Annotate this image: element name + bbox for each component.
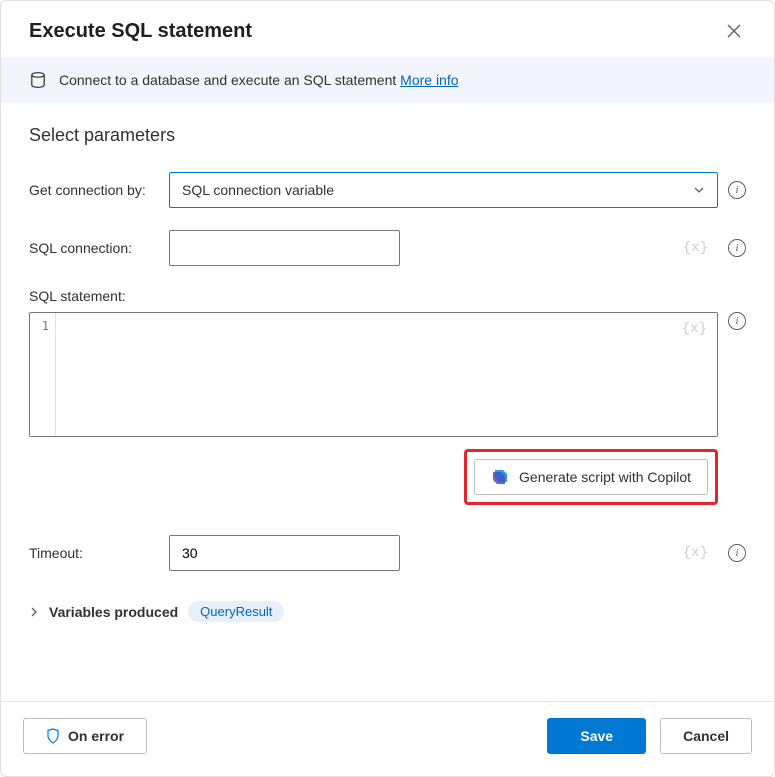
- get-connection-by-row: Get connection by: SQL connection variab…: [29, 172, 746, 208]
- code-line-number: 1: [30, 313, 56, 436]
- section-title: Select parameters: [29, 125, 746, 146]
- close-icon: [727, 24, 741, 38]
- variables-produced-row[interactable]: Variables produced QueryResult: [29, 601, 746, 622]
- timeout-label: Timeout:: [29, 545, 159, 561]
- sql-statement-row: 1 {x} i: [29, 312, 746, 437]
- dialog-content: Select parameters Get connection by: SQL…: [1, 103, 774, 701]
- sql-statement-editor[interactable]: 1 {x}: [29, 312, 718, 437]
- timeout-row: Timeout: {x} i: [29, 535, 746, 571]
- variable-chip-queryresult[interactable]: QueryResult: [188, 601, 284, 622]
- cancel-button[interactable]: Cancel: [660, 718, 752, 754]
- copilot-icon: [491, 468, 509, 486]
- banner-text: Connect to a database and execute an SQL…: [59, 72, 459, 88]
- sql-statement-info[interactable]: i: [728, 312, 746, 330]
- more-info-link[interactable]: More info: [400, 72, 458, 88]
- get-connection-by-value: SQL connection variable: [182, 182, 334, 198]
- timeout-info[interactable]: i: [728, 544, 746, 562]
- sql-connection-label: SQL connection:: [29, 240, 159, 256]
- timeout-input[interactable]: [169, 535, 400, 571]
- dialog-header: Execute SQL statement: [1, 1, 774, 57]
- variables-produced-label: Variables produced: [49, 604, 178, 620]
- sql-connection-row: SQL connection: {x} i: [29, 230, 746, 266]
- copilot-row: Generate script with Copilot: [29, 449, 746, 505]
- get-connection-by-label: Get connection by:: [29, 182, 159, 198]
- variable-picker-icon[interactable]: {x}: [683, 545, 708, 561]
- sql-connection-input[interactable]: [169, 230, 400, 266]
- get-connection-by-info[interactable]: i: [728, 181, 746, 199]
- sql-statement-textarea[interactable]: [56, 313, 717, 436]
- variable-picker-icon[interactable]: {x}: [682, 321, 707, 337]
- copilot-highlight: Generate script with Copilot: [464, 449, 718, 505]
- variable-picker-icon[interactable]: {x}: [683, 240, 708, 256]
- dialog-footer: On error Save Cancel: [1, 701, 774, 776]
- sql-connection-info[interactable]: i: [728, 239, 746, 257]
- footer-actions: Save Cancel: [547, 718, 752, 754]
- sql-statement-label: SQL statement:: [29, 288, 746, 304]
- on-error-button[interactable]: On error: [23, 718, 147, 754]
- save-button[interactable]: Save: [547, 718, 646, 754]
- database-icon: [29, 71, 47, 89]
- dialog-title: Execute SQL statement: [29, 20, 252, 43]
- chevron-right-icon: [29, 607, 39, 617]
- generate-script-copilot-button[interactable]: Generate script with Copilot: [474, 459, 708, 495]
- chevron-down-icon: [693, 184, 705, 196]
- info-banner: Connect to a database and execute an SQL…: [1, 57, 774, 103]
- shield-icon: [46, 728, 60, 744]
- get-connection-by-select[interactable]: SQL connection variable: [169, 172, 718, 208]
- close-button[interactable]: [722, 19, 746, 43]
